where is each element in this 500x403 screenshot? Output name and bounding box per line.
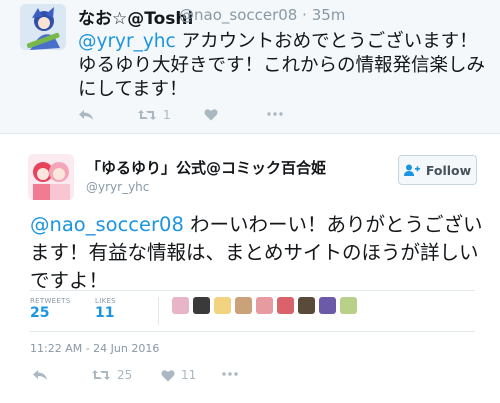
more-action[interactable] bbox=[267, 112, 283, 116]
retweet-action[interactable]: 1 bbox=[137, 108, 171, 122]
stats-divider bbox=[158, 297, 159, 325]
retweets-label: RETWEETS bbox=[30, 297, 71, 305]
display-name[interactable]: 「ゆるゆり」公式@コミック百合姫 bbox=[86, 157, 326, 178]
liker-avatar[interactable] bbox=[319, 297, 336, 314]
retweets-value: 25 bbox=[30, 305, 50, 321]
liker-avatar[interactable] bbox=[172, 297, 189, 314]
retweet-count: 25 bbox=[117, 368, 133, 382]
retweet-icon bbox=[138, 110, 156, 120]
avatar[interactable] bbox=[20, 4, 66, 50]
retweets-stat[interactable]: RETWEETS 25 bbox=[30, 297, 70, 321]
liker-avatar[interactable] bbox=[214, 297, 231, 314]
mention-link[interactable]: @nao_soccer08 bbox=[30, 213, 184, 236]
tweet-text: @yryr_yhc アカウントおめでとうございます！ゆるゆり大好きです！これから… bbox=[78, 30, 493, 102]
tweet-timestamp[interactable]: 11:22 AM - 24 Jun 2016 bbox=[30, 342, 159, 355]
separator: · bbox=[302, 6, 307, 24]
follow-button[interactable]: Follow bbox=[398, 155, 477, 185]
more-icon bbox=[222, 372, 238, 376]
liker-avatar[interactable] bbox=[277, 297, 294, 314]
likes-label: LIKES bbox=[95, 297, 116, 305]
tweet-text: @nao_soccer08 わーいわーい！ありがとうございます！有益な情報は、ま… bbox=[30, 211, 485, 295]
liker-avatar[interactable] bbox=[193, 297, 210, 314]
handle[interactable]: @nao_soccer08 bbox=[179, 6, 297, 24]
like-count: 11 bbox=[181, 368, 197, 382]
retweet-count: 1 bbox=[163, 108, 171, 122]
reply-action[interactable] bbox=[32, 368, 48, 382]
reply-tweet[interactable]: なお☆@Toshi @nao_soccer08 · 35m @yryr_yhc … bbox=[0, 0, 500, 134]
liker-avatar[interactable] bbox=[340, 297, 357, 314]
liker-avatar[interactable] bbox=[235, 297, 252, 314]
handle-and-time[interactable]: @nao_soccer08 · 35m bbox=[179, 6, 345, 24]
more-action[interactable] bbox=[222, 372, 238, 376]
handle[interactable]: @yryr_yhc bbox=[86, 180, 149, 194]
likes-stat[interactable]: LIKES 11 bbox=[95, 297, 116, 321]
display-name[interactable]: なお☆@Toshi bbox=[78, 4, 193, 29]
reply-icon bbox=[79, 110, 93, 120]
like-action[interactable] bbox=[204, 108, 218, 121]
add-user-icon bbox=[403, 164, 420, 176]
retweet-icon bbox=[92, 370, 110, 380]
liker-avatar[interactable] bbox=[256, 297, 273, 314]
tweet-time[interactable]: 35m bbox=[312, 6, 346, 24]
more-icon bbox=[267, 112, 283, 116]
retweet-action[interactable]: 25 bbox=[91, 368, 132, 382]
reply-icon bbox=[33, 370, 47, 380]
liker-avatars bbox=[172, 297, 357, 314]
heart-icon bbox=[204, 109, 218, 121]
mention-link[interactable]: @yryr_yhc bbox=[78, 31, 176, 52]
heart-icon bbox=[161, 369, 175, 381]
liker-avatar[interactable] bbox=[298, 297, 315, 314]
like-action[interactable]: 11 bbox=[161, 368, 196, 382]
avatar[interactable] bbox=[28, 154, 74, 200]
reply-action[interactable] bbox=[78, 108, 94, 122]
follow-label: Follow bbox=[425, 162, 472, 178]
likes-value: 11 bbox=[95, 305, 115, 321]
